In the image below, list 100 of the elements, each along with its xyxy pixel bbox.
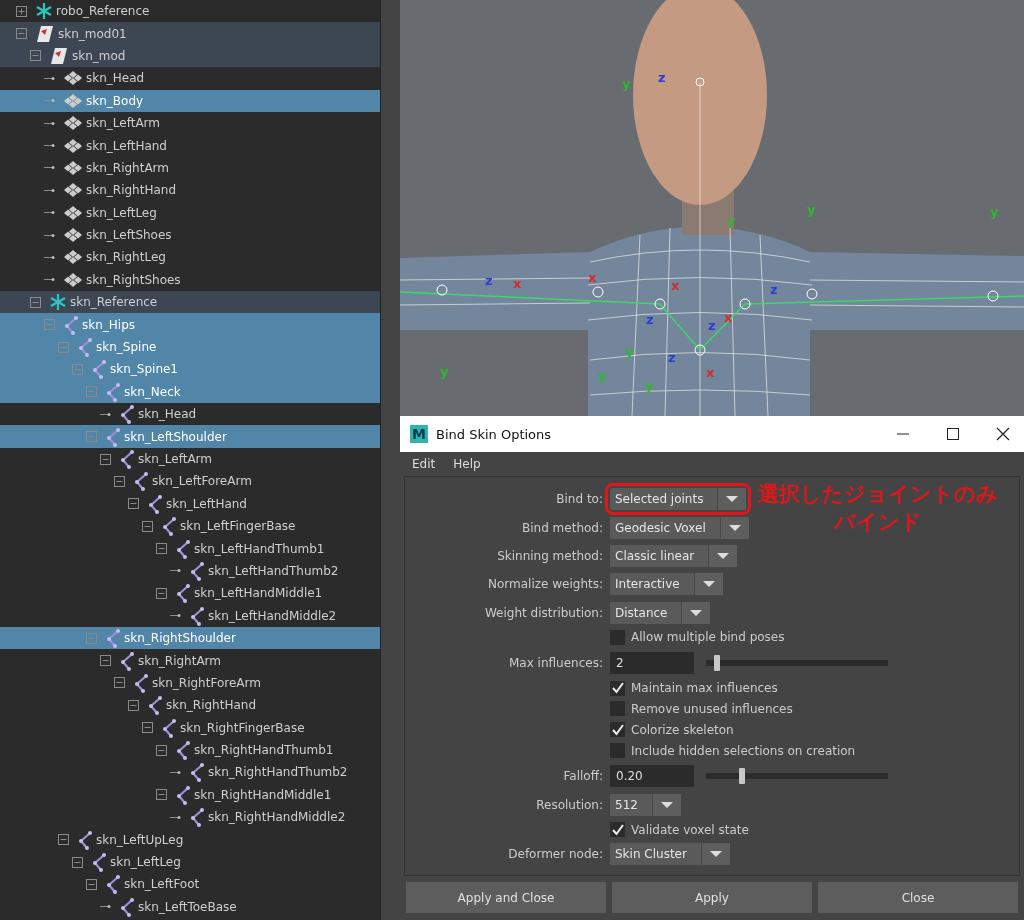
outliner-row[interactable]: skn_RightForeArm	[0, 671, 380, 695]
collapse-icon[interactable]	[16, 28, 27, 40]
collapse-icon[interactable]	[156, 789, 167, 801]
dropdown[interactable]: Skin Cluster	[610, 843, 730, 866]
outliner-row[interactable]: skn_RightFingerBase	[0, 716, 380, 739]
maximize-icon[interactable]	[946, 427, 960, 441]
collapse-icon[interactable]	[100, 655, 111, 666]
caret-icon[interactable]	[717, 488, 747, 511]
dialog-button[interactable]: Apply	[612, 882, 812, 913]
collapse-icon[interactable]	[156, 744, 167, 756]
dropdown[interactable]: Distance	[610, 601, 711, 624]
collapse-icon[interactable]	[100, 453, 111, 465]
outliner-row[interactable]: skn_LeftHandMiddle1	[0, 582, 380, 605]
slider-handle[interactable]	[713, 654, 720, 671]
outliner-row[interactable]: skn_Hips	[0, 313, 380, 336]
close-icon[interactable]	[996, 427, 1010, 441]
collapse-icon[interactable]	[142, 722, 153, 734]
outliner-row[interactable]: skn_RightArm	[0, 649, 380, 672]
outliner-row[interactable]: skn_Head	[0, 67, 380, 90]
number-field[interactable]: 0.20	[610, 764, 694, 787]
checkbox[interactable]	[610, 722, 625, 738]
expand-icon[interactable]	[16, 5, 27, 17]
joint-icon	[161, 717, 177, 738]
collapse-icon[interactable]	[30, 50, 41, 62]
collapse-icon[interactable]	[86, 878, 97, 890]
outliner-row[interactable]: skn_LeftHandThumb2	[0, 559, 380, 583]
outliner-row[interactable]: skn_mod01	[0, 22, 380, 45]
collapse-icon[interactable]	[128, 498, 139, 510]
dropdown[interactable]: Interactive	[610, 573, 723, 596]
dropdown[interactable]: 512	[610, 794, 681, 817]
number-field[interactable]: 2	[610, 651, 694, 674]
collapse-icon[interactable]	[156, 587, 167, 599]
checkbox[interactable]	[610, 701, 625, 717]
outliner-row[interactable]: skn_RightHandThumb1	[0, 738, 380, 762]
dialog-button[interactable]: Close	[818, 882, 1018, 913]
caret-icon[interactable]	[651, 794, 681, 817]
collapse-icon[interactable]	[142, 520, 153, 532]
collapse-icon[interactable]	[58, 834, 69, 846]
caret-icon[interactable]	[719, 516, 749, 539]
checkbox[interactable]	[610, 680, 625, 696]
outliner-row[interactable]: skn_LeftFoot	[0, 873, 380, 896]
caret-icon[interactable]	[693, 573, 723, 596]
menu-item[interactable]: Edit	[412, 457, 436, 471]
collapse-icon[interactable]	[72, 856, 83, 868]
field-label: Skinning method:	[496, 548, 604, 563]
outliner-row[interactable]: skn_LeftArm	[0, 447, 380, 471]
outliner-row[interactable]: skn_LeftUpLeg	[0, 828, 380, 851]
outliner-row[interactable]: skn_RightArm	[0, 156, 380, 180]
outliner-row[interactable]: skn_RightHand	[0, 179, 380, 202]
joint-icon	[175, 784, 191, 805]
slider-handle[interactable]	[739, 767, 746, 784]
outliner-item-label: skn_LeftHandMiddle1	[194, 586, 323, 601]
outliner-row[interactable]: skn_LeftLeg	[0, 201, 380, 224]
collapse-icon[interactable]	[128, 699, 139, 711]
outliner-row[interactable]: skn_Spine	[0, 335, 380, 359]
mesh-icon	[63, 272, 83, 287]
outliner-row[interactable]: skn_LeftShoulder	[0, 425, 380, 448]
outliner-row[interactable]: skn_Reference	[0, 291, 380, 314]
outliner-row[interactable]: skn_LeftFingerBase	[0, 515, 380, 538]
outliner-row[interactable]: robo_Reference	[0, 0, 380, 23]
outliner-row[interactable]: skn_LeftHand	[0, 492, 380, 515]
outliner-row[interactable]: skn_RightShoulder	[0, 626, 380, 650]
outliner-item-label: skn_LeftLeg	[86, 205, 157, 220]
dropdown[interactable]: Geodesic Voxel	[610, 516, 749, 539]
outliner-item-label: skn_LeftHand	[86, 138, 167, 153]
menu-item[interactable]: Help	[453, 457, 481, 471]
collapse-icon[interactable]	[114, 677, 125, 689]
outliner-row[interactable]: skn_RightHandMiddle2	[0, 806, 380, 829]
collapse-icon[interactable]	[30, 296, 41, 308]
outliner-row[interactable]: skn_RightHand	[0, 694, 380, 717]
outliner-row[interactable]: skn_LeftHandThumb1	[0, 537, 380, 560]
outliner-row[interactable]: skn_LeftToeBase	[0, 895, 380, 918]
checkbox[interactable]	[610, 822, 625, 838]
caret-icon[interactable]	[681, 601, 711, 624]
outliner-row[interactable]: skn_RightShoes	[0, 268, 380, 292]
outliner-row[interactable]: skn_RightHandThumb2	[0, 761, 380, 784]
checkbox[interactable]	[610, 629, 625, 645]
outliner-row[interactable]: skn_mod	[0, 44, 380, 68]
outliner-row[interactable]: skn_Neck	[0, 380, 380, 404]
outliner-row[interactable]: skn_Head	[0, 403, 380, 426]
dialog-button[interactable]: Apply and Close	[406, 882, 606, 913]
outliner-row[interactable]: skn_LeftArm	[0, 111, 380, 135]
outliner-row[interactable]: skn_Body	[0, 89, 380, 112]
caret-icon[interactable]	[708, 544, 738, 567]
joint-icon	[105, 426, 121, 447]
outliner-row[interactable]: skn_RightHandMiddle1	[0, 783, 380, 807]
checkbox[interactable]	[610, 743, 625, 759]
caret-icon[interactable]	[700, 843, 730, 866]
outliner-row[interactable]: skn_Spine1	[0, 358, 380, 381]
outliner-item-label: skn_RightForeArm	[152, 675, 261, 690]
dropdown[interactable]: Classic linear	[610, 544, 738, 567]
outliner-item-label: skn_Neck	[124, 384, 181, 399]
outliner-row[interactable]: skn_LeftLeg	[0, 850, 380, 874]
outliner-row[interactable]: skn_LeftShoes	[0, 223, 380, 247]
outliner-row[interactable]: skn_LeftForeArm	[0, 470, 380, 493]
collapse-icon[interactable]	[156, 543, 167, 555]
outliner-row[interactable]: skn_RightLeg	[0, 246, 380, 269]
outliner-row[interactable]: skn_LeftHand	[0, 134, 380, 157]
collapse-icon[interactable]	[114, 475, 125, 487]
outliner-row[interactable]: skn_LeftHandMiddle2	[0, 604, 380, 627]
